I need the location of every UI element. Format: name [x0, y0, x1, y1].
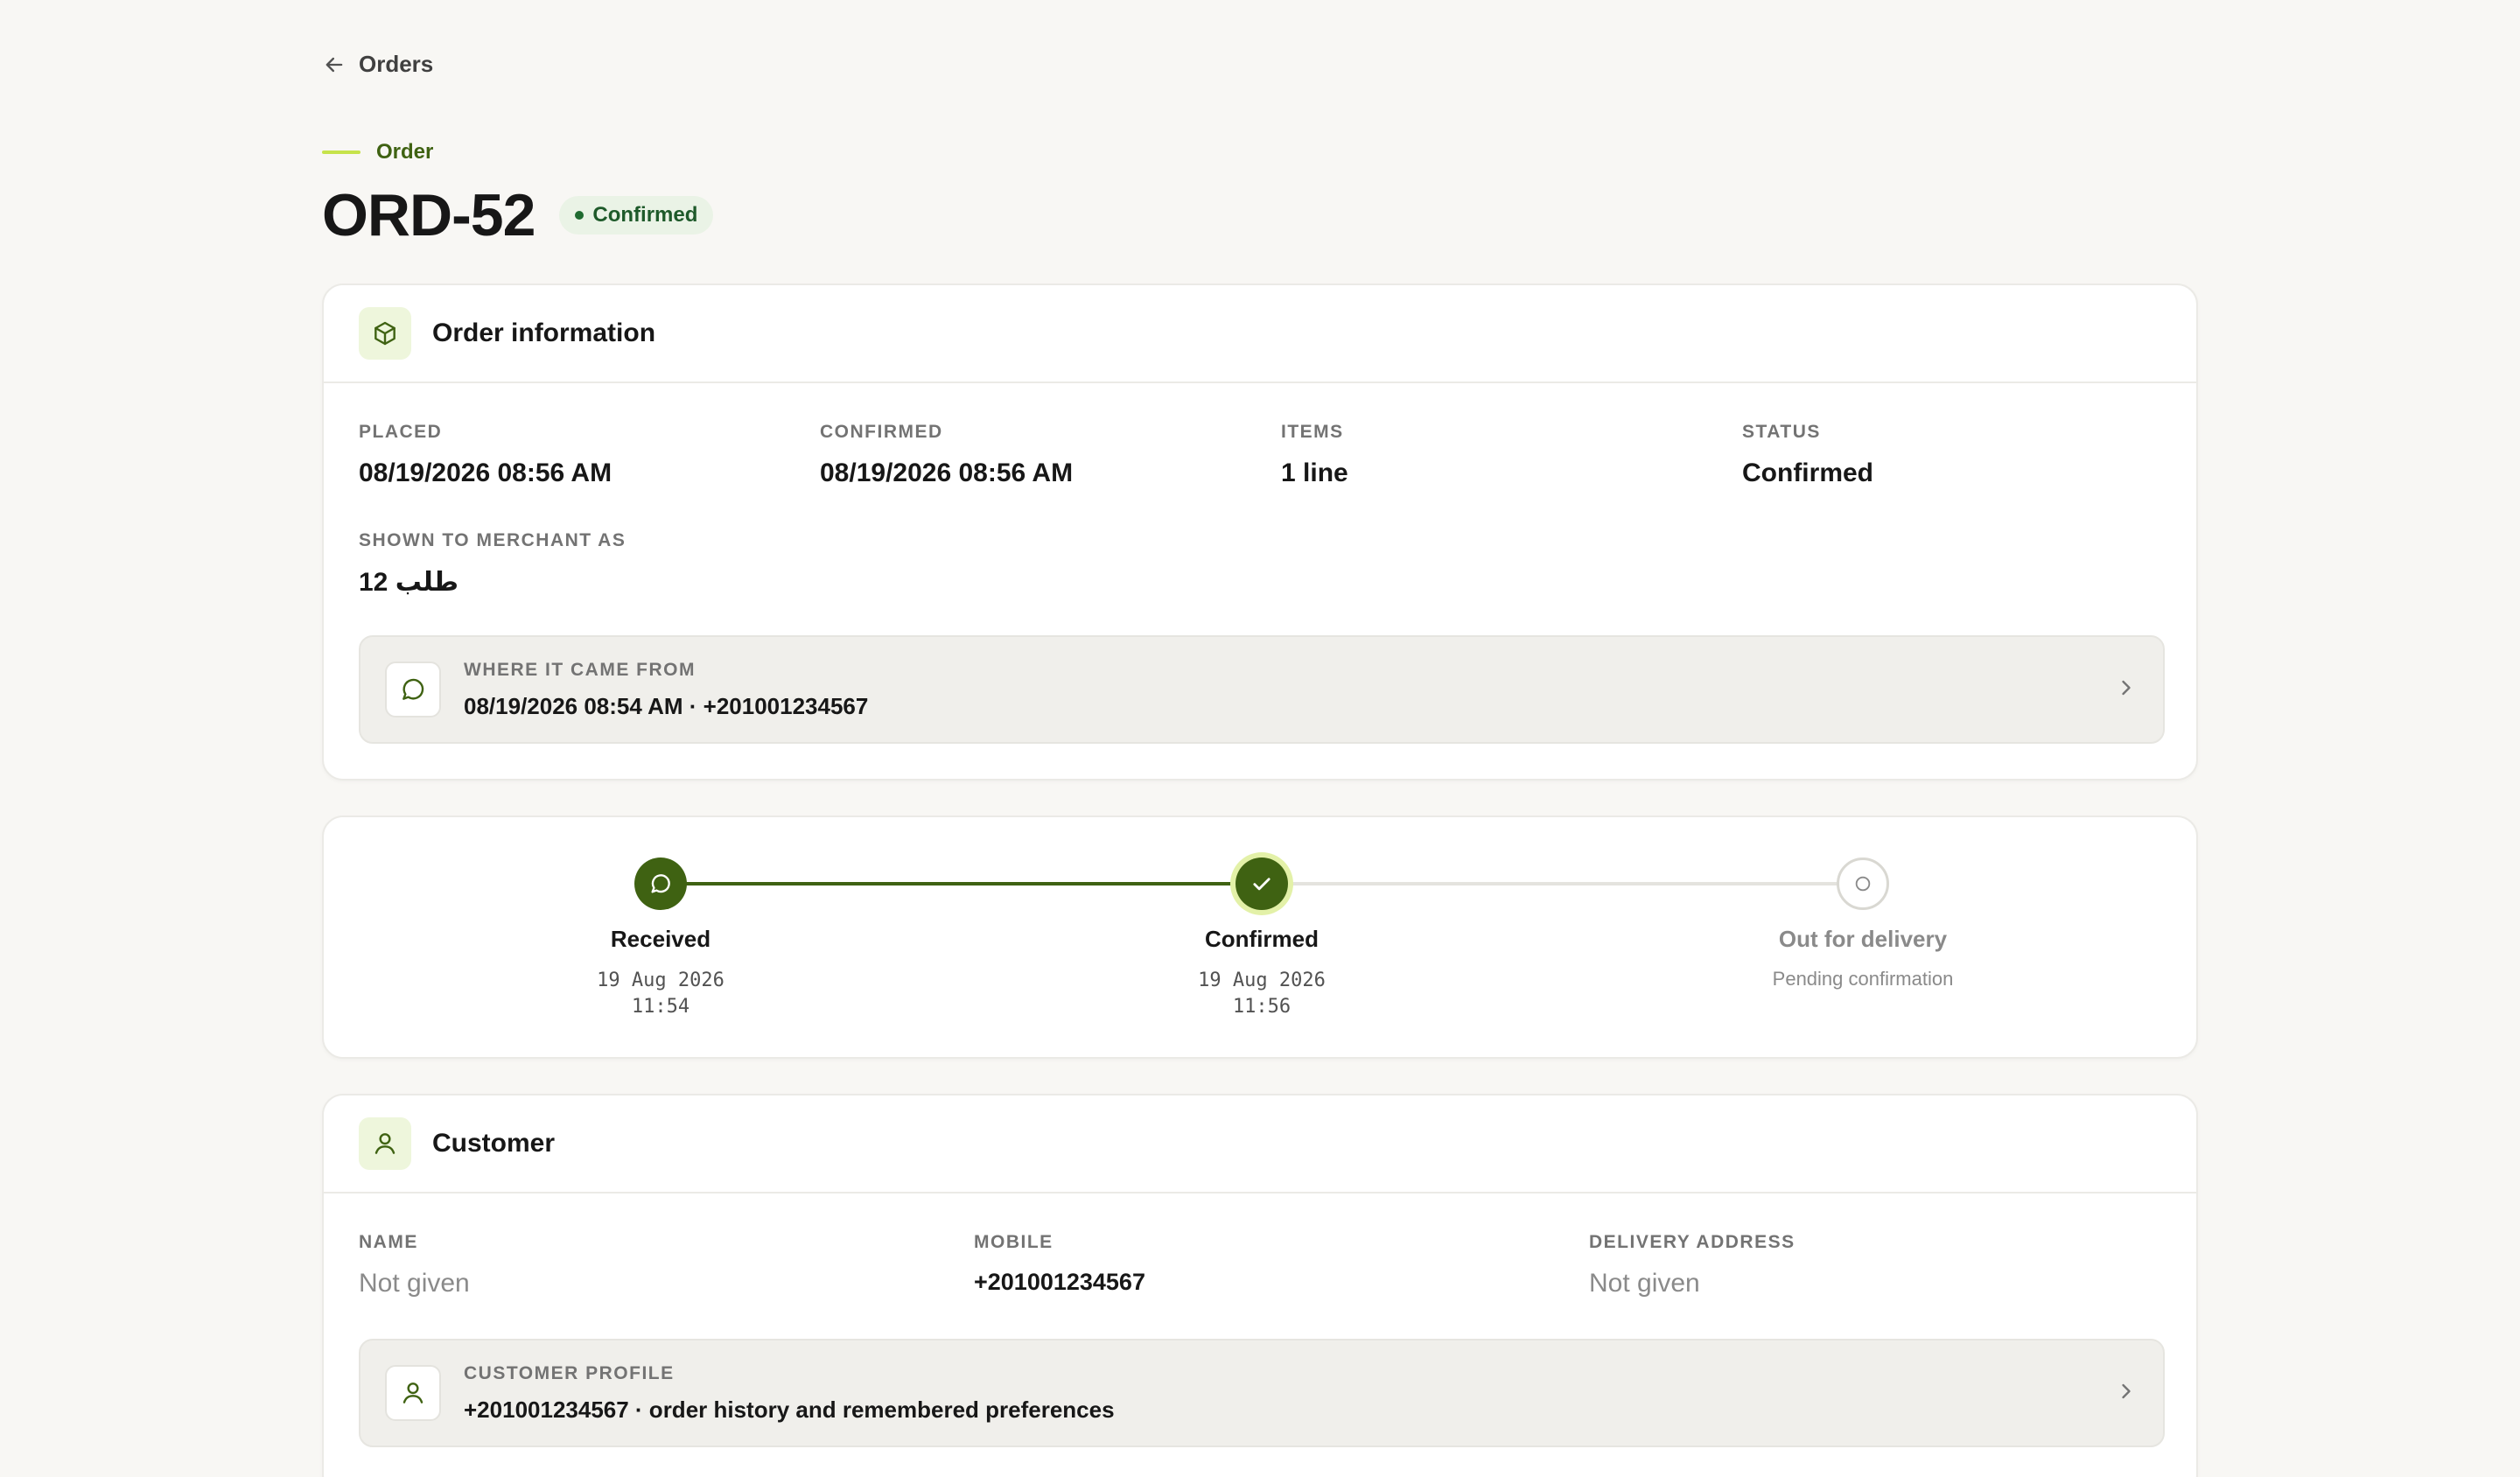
field-value: 08/19/2026 08:56 AM: [359, 458, 612, 487]
field-confirmed: CONFIRMED 08/19/2026 08:56 AM: [820, 422, 1073, 488]
user-icon: [385, 1365, 441, 1421]
timeline-step-timestamp: 19 Aug 2026 11:56: [1104, 968, 1419, 1020]
package-icon: [359, 307, 411, 360]
field-label: CONFIRMED: [820, 422, 943, 442]
page-title: ORD-52: [322, 182, 536, 248]
field-mobile: MOBILE +201001234567: [974, 1232, 1145, 1296]
field-value: 08/19/2026 08:56 AM: [820, 458, 1074, 487]
field-value: +201001234567: [974, 1269, 1145, 1295]
chevron-right-icon: [2114, 676, 2138, 704]
field-label: SHOWN TO MERCHANT AS: [359, 530, 626, 550]
order-source-text: WHERE IT CAME FROM 08/19/2026 08:54 AM ·…: [464, 660, 2114, 720]
field-label: STATUS: [1742, 422, 1821, 442]
chevron-right-icon: [2114, 1379, 2138, 1408]
timeline-step-label: Confirmed: [1205, 926, 1319, 952]
status-badge: Confirmed: [559, 196, 714, 234]
order-detail-page: Orders Order ORD-52 Confirmed Order info…: [0, 0, 2520, 1477]
field-name: NAME Not given: [359, 1232, 470, 1298]
chat-bubble-icon: [634, 858, 687, 910]
customer-title: Customer: [432, 1129, 556, 1158]
customer-profile-link[interactable]: CUSTOMER PROFILE +201001234567 · order h…: [359, 1339, 2165, 1447]
customer-card: Customer NAME Not given MOBILE +20100123…: [322, 1094, 2198, 1477]
field-label: PLACED: [359, 422, 443, 442]
field-delivery-address: DELIVERY ADDRESS Not given: [1589, 1232, 1796, 1298]
eyebrow-label: Order: [376, 140, 434, 164]
field-status: STATUS Confirmed: [1742, 422, 1873, 488]
order-source-link[interactable]: WHERE IT CAME FROM 08/19/2026 08:54 AM ·…: [359, 635, 2165, 744]
customer-header: Customer: [324, 1096, 2196, 1194]
field-merchant-alias: SHOWN TO MERCHANT AS طلب 12: [359, 530, 626, 598]
field-label: ITEMS: [1281, 422, 1344, 442]
field-label: DELIVERY ADDRESS: [1589, 1232, 1796, 1252]
timeline-pending-line: [1263, 882, 1864, 886]
field-value: طلب 12: [359, 568, 458, 597]
timeline-step-note: Pending confirmation: [1772, 968, 1954, 990]
order-timeline-card: Received 19 Aug 2026 11:54 Confirmed 19 …: [322, 816, 2198, 1059]
timeline-step-label: Received: [610, 926, 711, 952]
eyebrow-accent-line: [322, 150, 360, 154]
field-items: ITEMS 1 line: [1281, 422, 1348, 488]
timeline-step-time: 11:54: [631, 996, 690, 1018]
arrow-left-icon: [326, 57, 343, 72]
customer-profile-label: CUSTOMER PROFILE: [464, 1362, 675, 1383]
customer-profile-value: +201001234567 · order history and rememb…: [464, 1396, 1115, 1423]
page-eyebrow: Order: [322, 140, 433, 164]
back-to-orders-link[interactable]: Orders: [322, 51, 433, 78]
timeline-step-date: 19 Aug 2026: [597, 970, 724, 991]
chat-bubble-icon: [385, 662, 441, 718]
status-dot-icon: [575, 211, 584, 220]
order-information-header: Order information: [324, 285, 2196, 383]
field-label: MOBILE: [974, 1232, 1054, 1252]
user-icon: [359, 1117, 411, 1170]
order-information-title: Order information: [432, 318, 656, 347]
customer-profile-text: CUSTOMER PROFILE +201001234567 · order h…: [464, 1363, 2114, 1424]
field-value: Not given: [359, 1269, 470, 1298]
order-source-value: 08/19/2026 08:54 AM · +201001234567: [464, 692, 869, 719]
timeline-step-date: 19 Aug 2026: [1198, 970, 1326, 991]
timeline-step-timestamp: 19 Aug 2026 11:54: [503, 968, 818, 1020]
field-value: Not given: [1589, 1269, 1700, 1298]
field-label: NAME: [359, 1232, 418, 1252]
back-link-label: Orders: [359, 51, 434, 77]
field-placed: PLACED 08/19/2026 08:56 AM: [359, 422, 612, 488]
circle-icon: [1837, 858, 1889, 910]
order-information-card: Order information PLACED 08/19/2026 08:5…: [322, 284, 2198, 780]
field-value: 1 line: [1281, 458, 1348, 487]
check-icon: [1236, 858, 1288, 910]
status-badge-label: Confirmed: [592, 203, 698, 227]
order-source-label: WHERE IT CAME FROM: [464, 659, 696, 680]
timeline-step-label: Out for delivery: [1778, 926, 1948, 952]
timeline-progress-line: [662, 882, 1263, 886]
field-value: Confirmed: [1742, 458, 1873, 487]
title-row: ORD-52 Confirmed: [322, 178, 714, 252]
timeline-step-time: 11:56: [1232, 996, 1292, 1018]
